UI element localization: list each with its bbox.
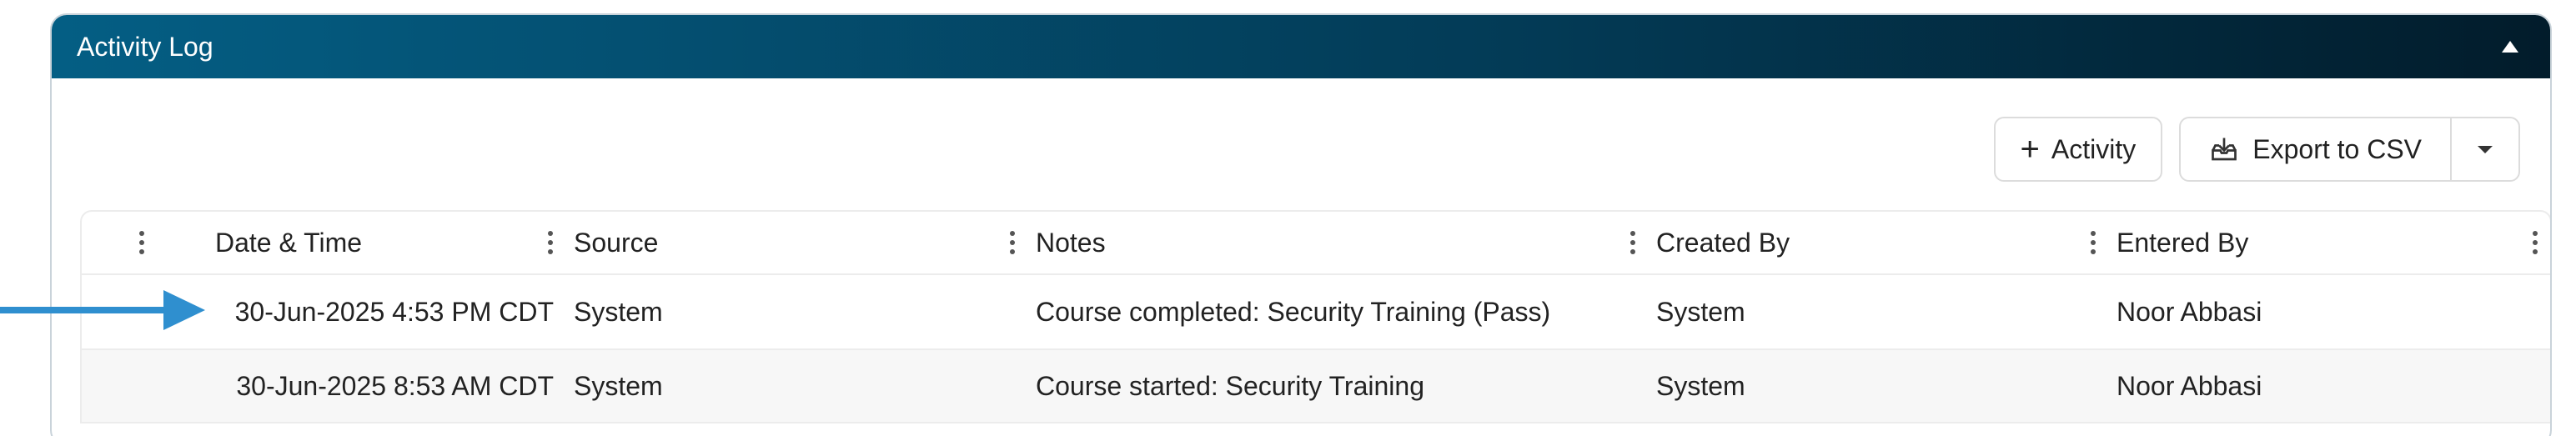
cell-notes: Course completed: Security Training (Pas… [1036,296,1551,327]
row-select-cell [82,350,207,422]
export-csv-button[interactable]: Export to CSV [2181,118,2450,180]
cell-created-by: System [1656,370,1745,401]
header-created-by[interactable]: Created By [1648,212,2108,273]
header-notes[interactable]: Notes [1027,212,1648,273]
table-row[interactable]: 30-Jun-2025 8:53 AM CDT System Course st… [82,348,2550,422]
panel-title: Activity Log [77,31,213,62]
row-pointer-arrow-icon [0,290,205,330]
column-menu-icon[interactable] [2520,212,2550,273]
add-activity-button[interactable]: + Activity [1993,117,2163,182]
column-menu-icon[interactable] [997,212,1027,273]
header-entered-by-label: Entered By [2117,227,2249,258]
table-row[interactable]: 30-Jun-2025 4:53 PM CDT System Course co… [82,275,2550,348]
panel-header: Activity Log [52,15,2550,78]
cell-source: System [574,296,663,327]
header-source-label: Source [574,227,659,258]
toolbar: + Activity Export to CSV [1993,117,2520,182]
cell-entered-by: Noor Abbasi [2117,370,2262,401]
activity-table: Date & Time Source Notes Created By Ente… [80,210,2550,423]
header-entered-by[interactable]: Entered By [2108,212,2550,273]
cell-created-by: System [1656,296,1745,327]
column-menu-icon[interactable] [535,212,565,273]
export-split-button: Export to CSV [2179,117,2520,182]
header-date-time[interactable]: Date & Time [207,212,565,273]
header-created-by-label: Created By [1656,227,1790,258]
cell-date-time: 30-Jun-2025 8:53 AM CDT [236,370,554,401]
export-csv-label: Export to CSV [2252,133,2422,164]
column-menu-icon[interactable] [127,212,157,273]
cell-date-time: 30-Jun-2025 4:53 PM CDT [234,296,554,327]
chevron-down-icon[interactable] [2452,118,2518,180]
plus-icon: + [2020,131,2040,168]
export-icon [2212,138,2237,161]
cell-notes: Course started: Security Training [1036,370,1424,401]
activity-log-panel: Activity Log + Activity Export to CSV Da… [50,13,2552,436]
column-menu-icon[interactable] [1618,212,1648,273]
collapse-icon[interactable] [2495,32,2525,62]
table-header-row: Date & Time Source Notes Created By Ente… [82,212,2550,275]
header-select-cell [82,212,207,273]
header-source[interactable]: Source [565,212,1027,273]
header-notes-label: Notes [1036,227,1106,258]
cell-source: System [574,370,663,401]
add-activity-label: Activity [2051,133,2137,164]
column-menu-icon[interactable] [2078,212,2108,273]
header-date-time-label: Date & Time [215,227,363,258]
cell-entered-by: Noor Abbasi [2117,296,2262,327]
